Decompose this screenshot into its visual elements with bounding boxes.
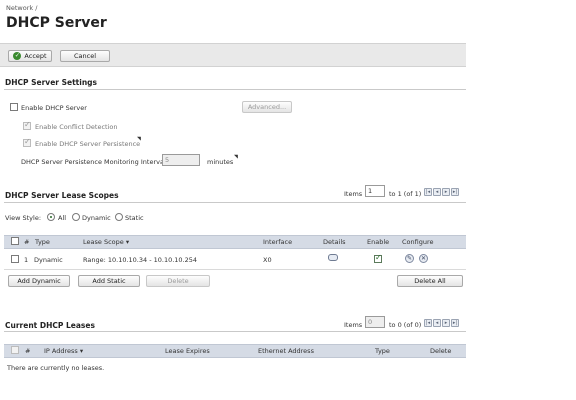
leases-items-label: Items (344, 321, 363, 329)
scopes-table-header: # Type Lease Scope ▾ Interface Details E… (4, 235, 466, 249)
scopes-col-details: Details (323, 238, 346, 246)
accept-label: Accept (24, 52, 47, 60)
interval-unit: minutes (207, 158, 234, 166)
scopes-col-num[interactable]: # (24, 238, 29, 246)
leases-last-page-icon[interactable]: ▸| (451, 319, 459, 327)
add-static-button[interactable]: Add Static (78, 275, 140, 287)
view-all-radio[interactable] (47, 213, 55, 221)
leases-col-delete: Delete (430, 347, 452, 355)
check-icon: ✓ (13, 52, 22, 60)
settings-title: DHCP Server Settings (5, 78, 97, 87)
interval-input[interactable]: 5 (162, 154, 200, 166)
select-all-scopes-checkbox[interactable] (11, 237, 19, 245)
scopes-col-interface: Interface (263, 238, 293, 246)
leases-col-expires: Lease Expires (165, 347, 210, 355)
interval-marker-icon: ◥ (234, 154, 238, 160)
leases-next-page-icon[interactable]: ▸ (442, 319, 450, 327)
scopes-col-scope-label: Lease Scope (83, 238, 124, 246)
view-style-label: View Style: (5, 214, 42, 222)
comment-bubble-icon[interactable] (328, 254, 338, 261)
view-dynamic-radio[interactable] (72, 213, 80, 221)
conflict-detection-checkbox[interactable] (23, 120, 31, 130)
delete-all-button[interactable]: Delete All (397, 275, 463, 287)
view-static-radio[interactable] (115, 213, 123, 221)
row-interface: X0 (263, 256, 272, 264)
row-enable-checkbox[interactable] (374, 253, 382, 263)
table-row: 1 Dynamic Range: 10.10.10.34 - 10.10.10.… (4, 249, 466, 270)
leases-col-ip-label: IP Address (44, 347, 78, 355)
sort-down-icon: ▾ (79, 347, 84, 355)
scopes-pager: |◂ ◂ ▸ ▸| (424, 188, 459, 197)
first-page-icon[interactable]: |◂ (424, 188, 432, 196)
leases-table-header: # IP Address ▾ Lease Expires Ethernet Ad… (4, 344, 466, 358)
scopes-divider (4, 202, 466, 203)
delete-x-icon[interactable]: ✕ (419, 254, 428, 263)
cancel-button[interactable]: Cancel (60, 50, 110, 62)
scopes-col-enable: Enable (367, 238, 390, 246)
advanced-button[interactable]: Advanced... (242, 101, 292, 113)
conflict-detection-label: Enable Conflict Detection (35, 123, 118, 131)
scopes-col-type[interactable]: Type (35, 238, 50, 246)
sort-down-icon: ▾ (125, 238, 130, 246)
leases-col-num: # (25, 347, 31, 355)
row-scope: Range: 10.10.10.34 - 10.10.10.254 (83, 256, 198, 264)
delete-button[interactable]: Delete (146, 275, 210, 287)
view-all-label: All (58, 214, 67, 222)
leases-title: Current DHCP Leases (5, 321, 95, 330)
row-type: Dynamic (34, 256, 63, 264)
next-page-icon[interactable]: ▸ (442, 188, 450, 196)
leases-col-ethernet: Ethernet Address (258, 347, 314, 355)
leases-range-text: to 0 (of 0) (389, 321, 422, 329)
persistence-checkbox[interactable] (23, 137, 31, 147)
scopes-items-input[interactable]: 1 (365, 185, 385, 197)
settings-divider (4, 89, 466, 90)
view-dynamic-label: Dynamic (82, 214, 111, 222)
edit-pencil-icon[interactable]: ✎ (405, 254, 414, 263)
row-select-checkbox[interactable] (11, 255, 19, 263)
view-static-label: Static (125, 214, 144, 222)
interval-label: DHCP Server Persistence Monitoring Inter… (21, 158, 168, 166)
leases-prev-page-icon[interactable]: ◂ (433, 319, 441, 327)
persistence-label: Enable DHCP Server Persistence (35, 140, 141, 148)
leases-col-ip[interactable]: IP Address ▾ (44, 347, 83, 355)
scopes-col-scope[interactable]: Lease Scope ▾ (83, 238, 129, 246)
enable-dhcp-label: Enable DHCP Server (21, 104, 87, 112)
leases-pager: |◂ ◂ ▸ ▸| (424, 319, 459, 328)
scopes-col-configure: Configure (402, 238, 434, 246)
scopes-items-label: Items (344, 190, 363, 198)
leases-empty-text: There are currently no leases. (7, 364, 105, 372)
accept-button[interactable]: ✓ Accept (8, 50, 52, 62)
row-num: 1 (24, 256, 29, 264)
select-all-leases-checkbox[interactable] (11, 346, 19, 354)
prev-page-icon[interactable]: ◂ (433, 188, 441, 196)
enable-dhcp-checkbox[interactable] (10, 103, 18, 111)
leases-first-page-icon[interactable]: |◂ (424, 319, 432, 327)
leases-items-input[interactable]: 0 (365, 316, 385, 328)
breadcrumb: Network / (6, 4, 38, 12)
scopes-range-text: to 1 (of 1) (389, 190, 422, 198)
scopes-title: DHCP Server Lease Scopes (5, 191, 119, 200)
last-page-icon[interactable]: ▸| (451, 188, 459, 196)
persistence-marker-icon: ◥ (137, 136, 141, 142)
leases-divider (4, 331, 466, 332)
leases-col-type: Type (375, 347, 390, 355)
page-title: DHCP Server (6, 15, 107, 31)
add-dynamic-button[interactable]: Add Dynamic (8, 275, 70, 287)
